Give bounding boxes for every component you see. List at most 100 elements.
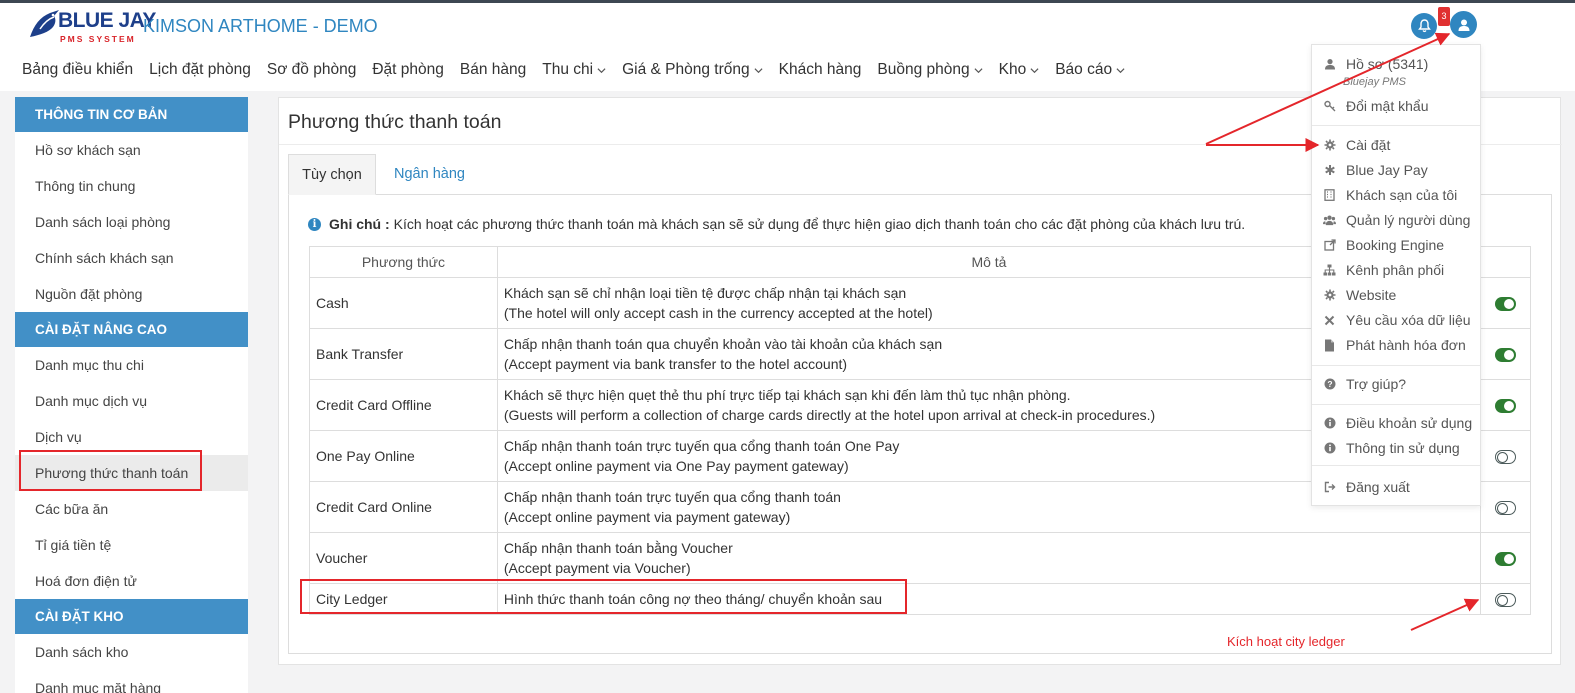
menu-item[interactable]: Thu chi xyxy=(542,58,606,82)
menu-item[interactable]: Buồng phòng xyxy=(877,58,983,82)
toggle-switch-on[interactable] xyxy=(1495,297,1516,312)
note-text: Kích hoạt các phương thức thanh toán mà … xyxy=(393,216,1246,232)
menu-item[interactable]: Kho xyxy=(999,58,1040,82)
toggle-switch-off[interactable] xyxy=(1495,593,1516,608)
user-menu-item-label: Khách sạn của tôi xyxy=(1346,187,1458,203)
notification-button[interactable] xyxy=(1411,13,1437,39)
user-menu-item-label: Booking Engine xyxy=(1346,237,1445,253)
user-menu-item-label: Phát hành hóa đơn xyxy=(1346,337,1466,353)
chevron-down-icon xyxy=(974,67,983,73)
close-icon xyxy=(1323,314,1336,327)
sidebar-item[interactable]: Tỉ giá tiền tệ xyxy=(15,527,248,563)
user-menu-item[interactable]: Đổi mật khẩu xyxy=(1312,95,1480,117)
user-menu-button[interactable] xyxy=(1450,11,1477,38)
menu-item[interactable]: Sơ đồ phòng xyxy=(267,58,356,82)
user-menu-item-label: Yêu cầu xóa dữ liệu xyxy=(1346,312,1471,328)
toggle-switch-on[interactable] xyxy=(1495,399,1516,414)
sidebar-item[interactable]: Hoá đơn điện tử xyxy=(15,563,248,599)
user-icon xyxy=(1458,19,1469,31)
user-menu-item[interactable]: Yêu cầu xóa dữ liệu xyxy=(1312,309,1480,331)
annotation-label: Kích hoạt city ledger xyxy=(1227,634,1345,649)
user-menu-item[interactable]: Booking Engine xyxy=(1312,234,1480,256)
menu-item[interactable]: Bán hàng xyxy=(460,58,526,82)
user-menu-item[interactable]: Website xyxy=(1312,284,1480,306)
user-menu-item-label: Trợ giúp? xyxy=(1346,376,1407,392)
gear-icon xyxy=(1323,139,1336,152)
user-menu-item[interactable]: Khách sạn của tôi xyxy=(1312,184,1480,206)
menu-item-label: Bảng điều khiển xyxy=(22,61,134,78)
menu-item-label: Buồng phòng xyxy=(877,61,970,78)
menu-item[interactable]: Đặt phòng xyxy=(372,58,444,82)
sidebar-section-header: THÔNG TIN CƠ BẢN xyxy=(15,97,248,132)
table-row: Voucher Chấp nhận thanh toán bằng Voucher… xyxy=(309,532,1531,584)
sidebar-item[interactable]: Các bữa ăn xyxy=(15,491,248,527)
menu-item[interactable]: Khách hàng xyxy=(779,58,862,82)
highlight-city-ledger-row xyxy=(300,579,907,614)
tab-banks[interactable]: Ngân hàng xyxy=(394,154,465,195)
sidebar-item[interactable]: Hồ sơ khách sạn xyxy=(15,132,248,168)
info-icon xyxy=(1323,442,1336,455)
menu-divider xyxy=(1312,465,1480,466)
menu-item[interactable]: Giá & Phòng trống xyxy=(622,58,763,82)
method-name: Voucher xyxy=(309,532,498,584)
users-icon xyxy=(1323,214,1336,227)
method-name: Cash xyxy=(309,277,498,329)
chevron-down-icon xyxy=(597,67,606,73)
user-menu-item[interactable]: Blue Jay Pay xyxy=(1312,159,1480,181)
profile-link[interactable]: Hồ sơ (5341) xyxy=(1312,53,1480,75)
user-menu-item[interactable]: Kênh phân phối xyxy=(1312,259,1480,281)
sidebar-section-header: CÀI ĐẶT KHO xyxy=(15,599,248,634)
chevron-down-icon xyxy=(1116,67,1125,73)
user-menu-item-label: Điều khoản sử dụng xyxy=(1346,415,1473,431)
user-menu-item[interactable]: ? Trợ giúp? xyxy=(1312,373,1480,395)
info-icon: i xyxy=(308,217,321,231)
menu-item-label: Sơ đồ phòng xyxy=(266,61,357,78)
menu-item-label: Thu chi xyxy=(542,61,594,78)
user-menu-item-label: Thông tin sử dụng xyxy=(1346,440,1460,456)
logo-text: BLUE JAY xyxy=(58,9,156,32)
method-name: Bank Transfer xyxy=(309,328,498,380)
toggle-switch-on[interactable] xyxy=(1495,348,1516,363)
user-menu-item-label: Đổi mật khẩu xyxy=(1346,98,1429,114)
logo[interactable]: BLUE JAY PMS SYSTEM xyxy=(24,7,156,47)
user-menu-item[interactable]: Thông tin sử dụng xyxy=(1312,437,1480,459)
user-menu-item[interactable]: Điều khoản sử dụng xyxy=(1312,412,1480,434)
method-name: Credit Card Offline xyxy=(309,379,498,431)
toggle-switch-on[interactable] xyxy=(1495,552,1516,567)
file-icon xyxy=(1323,339,1336,352)
user-menu-item[interactable]: Phát hành hóa đơn xyxy=(1312,334,1480,356)
menu-item[interactable]: Báo cáo xyxy=(1055,58,1125,82)
building-icon xyxy=(1323,189,1336,202)
toggle-switch-off[interactable] xyxy=(1495,501,1516,516)
note: i Ghi chú : Kích hoạt các phương thức th… xyxy=(308,216,1245,232)
user-menu-item[interactable]: Quản lý người dùng xyxy=(1312,209,1480,231)
menu-item-label: Đặt phòng xyxy=(372,61,444,78)
sign-out-icon xyxy=(1323,481,1336,494)
hotel-name: KIMSON ARTHOME - DEMO xyxy=(143,16,378,36)
user-menu-item[interactable]: Cài đặt xyxy=(1312,134,1480,156)
sidebar-item[interactable]: Nguồn đặt phòng xyxy=(15,276,248,312)
menu-item-label: Giá & Phòng trống xyxy=(622,61,750,78)
column-header-method: Phương thức xyxy=(309,246,498,278)
menu-item[interactable]: Bảng điều khiển xyxy=(22,58,133,82)
sidebar-item[interactable]: Danh sách loại phòng xyxy=(15,204,248,240)
page-title: Phương thức thanh toán xyxy=(288,111,502,133)
sidebar-item[interactable]: Danh sách kho xyxy=(15,634,248,670)
menu-item[interactable]: Lịch đặt phòng xyxy=(149,58,251,82)
user-dropdown-menu: Hồ sơ (5341) Bluejay PMS Đổi mật khẩu Cài… xyxy=(1311,44,1481,506)
toggle-cell xyxy=(1480,532,1531,584)
toggle-switch-off[interactable] xyxy=(1495,450,1516,465)
menu-item-label: Bán hàng xyxy=(459,61,527,78)
user-menu-item[interactable]: Đăng xuất xyxy=(1312,476,1480,498)
user-menu-item-label: Quản lý người dùng xyxy=(1346,212,1471,228)
sidebar-item[interactable]: Thông tin chung xyxy=(15,168,248,204)
sidebar-item[interactable]: Danh mục thu chi xyxy=(15,347,248,383)
toggle-cell xyxy=(1480,430,1531,482)
tab-options[interactable]: Tùy chọn xyxy=(288,154,376,195)
sidebar-item[interactable]: Chính sách khách sạn xyxy=(15,240,248,276)
menu-divider xyxy=(1312,365,1480,366)
method-name: Credit Card Online xyxy=(309,481,498,533)
gear-icon xyxy=(1323,289,1336,302)
sidebar-item[interactable]: Danh mục dịch vụ xyxy=(15,383,248,419)
sidebar-item[interactable]: Danh mục mặt hàng xyxy=(15,670,248,693)
